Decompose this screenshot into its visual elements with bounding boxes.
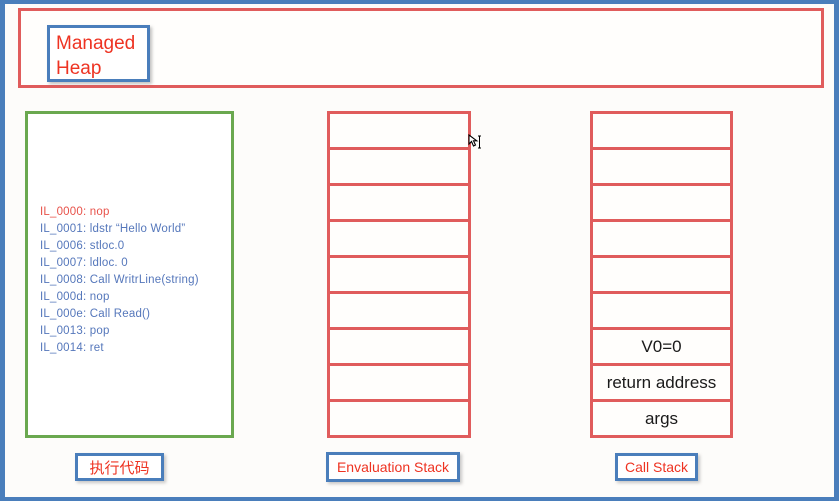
il-code-line: IL_0001: ldstr “Hello World” [40, 223, 186, 235]
evaluation-stack-cell [330, 114, 468, 150]
caption-execution-code: 执行代码 [75, 453, 164, 481]
caption-call-stack: Call Stack [615, 453, 698, 481]
evaluation-stack-cell [330, 222, 468, 258]
il-code-listing: IL_0000: nop IL_0001: ldstr “Hello World… [40, 204, 236, 357]
evaluation-stack-cell [330, 186, 468, 222]
evaluation-stack-cell [330, 150, 468, 186]
diagram-canvas: Managed Heap IL_0000: nop IL_0001: ldstr… [0, 0, 839, 501]
call-stack-cell [593, 222, 730, 258]
call-stack-cell-args: args [644, 408, 679, 428]
evaluation-stack-cell [330, 366, 468, 402]
il-code-line: IL_000d: nop [40, 291, 110, 303]
il-code-line: IL_0014: ret [40, 342, 104, 354]
call-stack-cell [593, 258, 730, 294]
il-code-line: IL_0008: Call WritrLine(string) [40, 274, 199, 286]
il-code-line: IL_0013: pop [40, 325, 110, 337]
il-code-line: IL_000e: Call Read() [40, 308, 151, 320]
evaluation-stack-cell [330, 330, 468, 366]
il-code-line: IL_0007: ldloc. 0 [40, 257, 128, 269]
call-stack-cell [593, 186, 730, 222]
evaluation-stack-cell [330, 294, 468, 330]
managed-heap-region: Managed Heap [18, 8, 824, 88]
caption-evaluation-stack: Envaluation Stack [326, 452, 460, 482]
managed-heap-label: Managed Heap [47, 25, 150, 82]
il-code-line: IL_0006: stloc.0 [40, 240, 125, 252]
evaluation-stack-cell [330, 258, 468, 294]
evaluation-stack-box [327, 111, 471, 438]
call-stack-box: V0=0 return address args [590, 111, 733, 438]
il-code-line: IL_0000: nop [40, 206, 110, 218]
call-stack-cell-local: V0=0 [593, 330, 730, 366]
call-stack-cell [593, 150, 730, 186]
managed-heap-label-line-2: Heap [56, 58, 102, 79]
managed-heap-label-line-1: Managed [56, 33, 136, 54]
call-stack-cell-return-address: return address [593, 366, 730, 402]
execution-code-box: IL_0000: nop IL_0001: ldstr “Hello World… [25, 111, 234, 438]
call-stack-cell [593, 294, 730, 330]
evaluation-stack-cell [330, 402, 468, 435]
call-stack-cell [593, 114, 730, 150]
